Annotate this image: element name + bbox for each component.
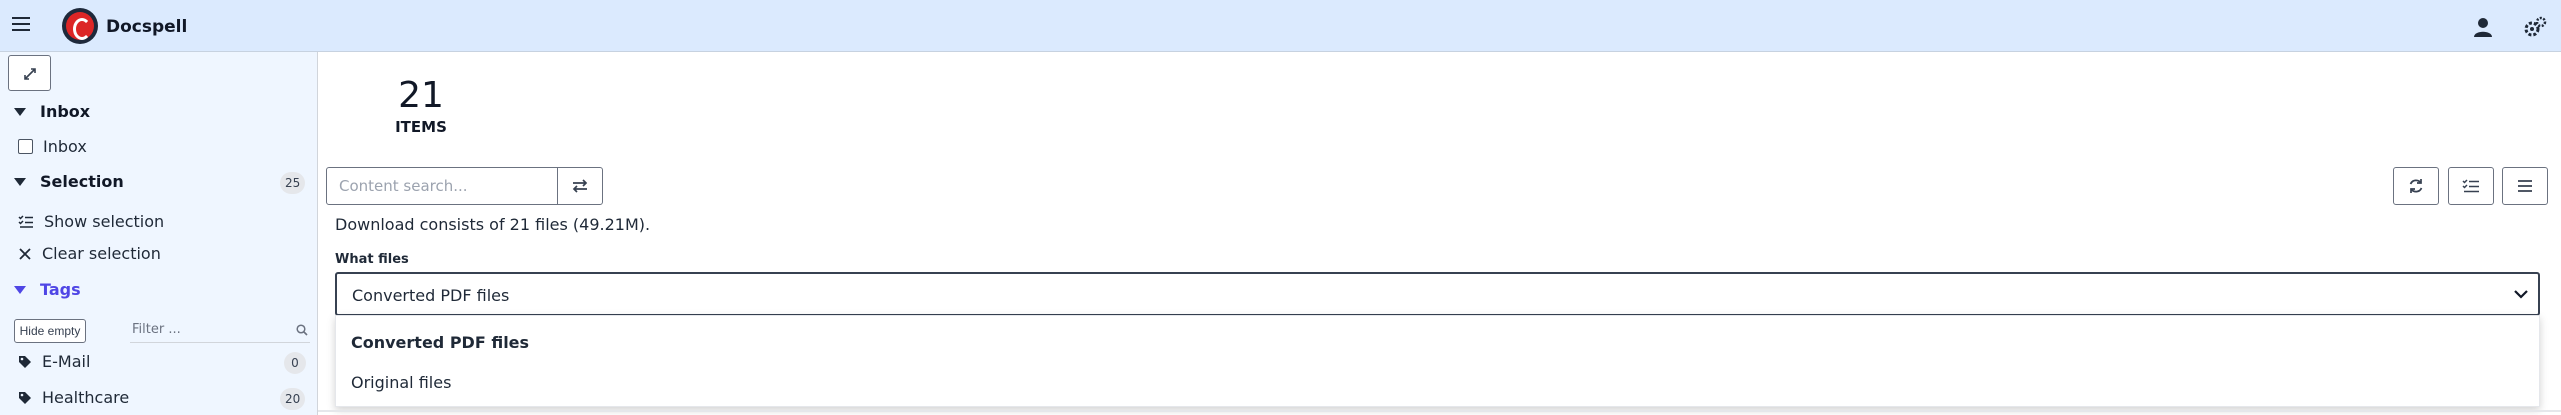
more-actions-button[interactable]	[2502, 167, 2548, 205]
what-files-label: What files	[335, 252, 409, 267]
what-files-dropdown-menu: Converted PDF files Original files	[335, 315, 2540, 407]
tag-item-label: E-Mail	[42, 352, 91, 371]
section-inbox-header[interactable]: Inbox	[14, 102, 90, 121]
tag-item-healthcare[interactable]: Healthcare	[18, 388, 129, 407]
top-bar: Docspell	[0, 0, 2561, 52]
clear-selection-label: Clear selection	[42, 244, 161, 263]
item-count-label: ITEMS	[395, 118, 447, 136]
section-inbox-label: Inbox	[40, 102, 91, 121]
hide-empty-button[interactable]: Hide empty	[14, 319, 86, 343]
download-info-text: Download consists of 21 files (49.21M).	[335, 215, 651, 234]
caret-down-icon	[14, 285, 26, 294]
search-mode-toggle-button[interactable]	[557, 167, 603, 205]
refresh-icon	[2409, 179, 2423, 193]
tag-item-label: Healthcare	[42, 388, 130, 407]
settings-cogs-icon[interactable]	[2523, 16, 2547, 38]
tag-count-badge: 0	[284, 352, 306, 374]
list-check-icon	[18, 214, 33, 228]
app-title: Docspell	[106, 17, 188, 37]
expand-icon	[24, 68, 36, 80]
menu-lines-icon	[2518, 180, 2532, 192]
inbox-checkbox[interactable]	[18, 139, 33, 154]
inbox-checkbox-row[interactable]: Inbox	[18, 137, 87, 156]
refresh-button[interactable]	[2393, 167, 2439, 205]
what-files-select[interactable]: Converted PDF files	[335, 272, 2540, 316]
show-selection-label: Show selection	[44, 212, 165, 231]
list-check-icon	[2462, 179, 2479, 193]
selection-count-badge: 25	[280, 172, 306, 194]
caret-down-icon	[14, 177, 26, 186]
sidebar: Inbox Inbox Selection 25 Show selection …	[0, 52, 318, 415]
close-icon	[19, 247, 31, 260]
expand-sidebar-button[interactable]	[8, 55, 51, 91]
main-content: 21 ITEMS Download consists of 21 files (…	[318, 52, 2561, 415]
content-search-input[interactable]	[326, 167, 558, 205]
clear-selection-link[interactable]: Clear selection	[18, 244, 161, 263]
section-selection-label: Selection	[40, 172, 124, 191]
section-selection-header[interactable]: Selection	[14, 172, 124, 191]
what-files-selected-value: Converted PDF files	[352, 286, 510, 305]
search-icon	[296, 324, 308, 336]
item-count: 21	[398, 75, 444, 116]
menu-icon[interactable]	[12, 17, 30, 33]
section-tags-label: Tags	[40, 280, 81, 299]
dropdown-option-original[interactable]: Original files	[351, 373, 451, 392]
docspell-logo-icon	[62, 8, 98, 44]
tag-icon	[19, 391, 31, 404]
show-selection-link[interactable]: Show selection	[18, 212, 164, 231]
select-mode-button[interactable]	[2448, 167, 2494, 205]
tag-item-email[interactable]: E-Mail	[18, 352, 90, 371]
divider	[318, 410, 2561, 412]
dropdown-option-converted[interactable]: Converted PDF files	[351, 333, 529, 352]
exchange-icon	[572, 179, 588, 193]
inbox-checkbox-label: Inbox	[43, 137, 87, 156]
tag-icon	[19, 355, 31, 368]
chevron-down-icon	[2514, 290, 2528, 299]
caret-down-icon	[14, 107, 26, 116]
tag-filter-input[interactable]	[130, 317, 310, 343]
section-tags-header[interactable]: Tags	[14, 280, 81, 299]
tag-count-badge: 20	[280, 388, 306, 410]
user-icon[interactable]	[2472, 16, 2494, 38]
